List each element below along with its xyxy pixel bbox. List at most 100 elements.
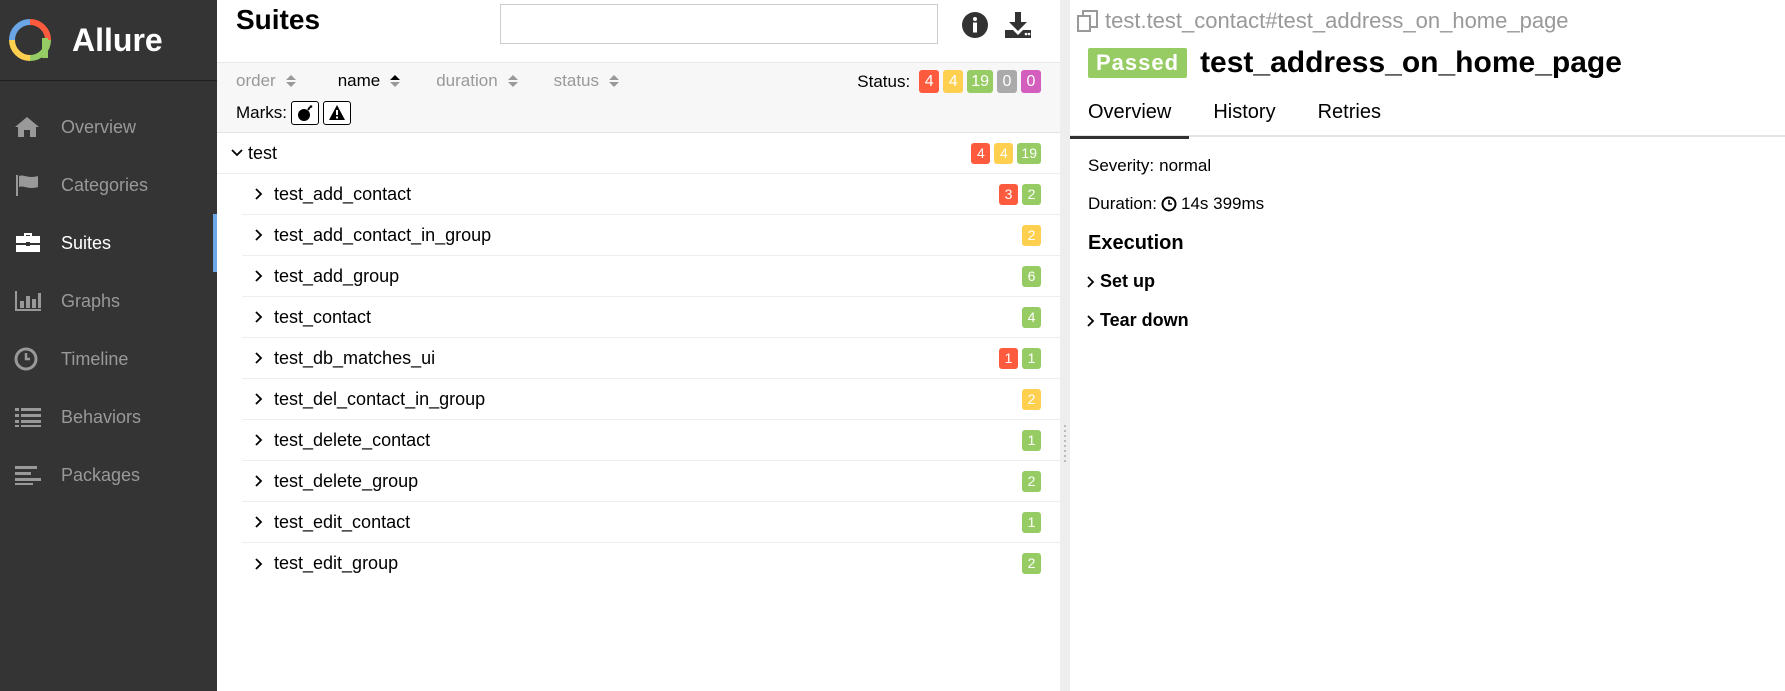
sort-by-name[interactable]: name bbox=[338, 71, 401, 91]
suite-row[interactable]: test_add_contact 3 2 bbox=[242, 174, 1060, 215]
suite-status-counts: 2 bbox=[1018, 224, 1041, 246]
brand[interactable]: Allure bbox=[0, 0, 217, 81]
sort-arrows-icon bbox=[390, 75, 401, 87]
tab-history[interactable]: History bbox=[1195, 94, 1293, 137]
suites-tree: test 4 4 19 test_add_contact 3 2 test_add_c… bbox=[217, 133, 1060, 584]
suite-row[interactable]: test_edit_group 2 bbox=[242, 543, 1060, 584]
execution-item-label: Set up bbox=[1100, 271, 1156, 291]
sort-by-order[interactable]: order bbox=[236, 71, 296, 91]
sidebar-item-behaviors[interactable]: Behaviors bbox=[0, 388, 217, 446]
status-filter-skipped[interactable]: 0 bbox=[997, 70, 1017, 93]
tab-overview[interactable]: Overview bbox=[1070, 94, 1190, 139]
duration-label: Duration: bbox=[1088, 194, 1157, 213]
info-icon[interactable] bbox=[960, 10, 990, 40]
execution-setup[interactable]: Set up bbox=[1086, 271, 1264, 292]
align-left-icon bbox=[14, 462, 46, 488]
copy-icon[interactable] bbox=[1075, 9, 1101, 33]
suites-pane: Suites order name duration status Status… bbox=[217, 0, 1060, 691]
flaky-mark-button[interactable] bbox=[291, 101, 319, 125]
sidebar-item-timeline[interactable]: Timeline bbox=[0, 330, 217, 388]
suite-status-counts: 2 bbox=[1018, 553, 1041, 574]
chevron-right-icon bbox=[254, 392, 268, 406]
testcase-title-row: Passed test_address_on_home_page bbox=[1088, 46, 1622, 80]
severity-value: normal bbox=[1159, 156, 1212, 175]
warning-icon bbox=[329, 105, 345, 120]
sort-arrows-icon bbox=[285, 75, 296, 87]
chevron-right-icon bbox=[254, 187, 268, 201]
execution-title: Execution bbox=[1088, 232, 1184, 254]
suite-status-counts: 32 bbox=[995, 183, 1041, 205]
chevron-right-icon bbox=[254, 557, 268, 571]
testcase-path: test.test_contact#test_address_on_home_p… bbox=[1075, 8, 1569, 34]
sort-by-status[interactable]: status bbox=[554, 71, 620, 91]
suite-row[interactable]: test_edit_contact 1 bbox=[242, 502, 1060, 543]
count-failed: 3 bbox=[999, 183, 1018, 205]
chevron-right-icon bbox=[254, 515, 268, 529]
splitter-grip-icon bbox=[1062, 425, 1068, 465]
suite-status-counts: 11 bbox=[995, 347, 1041, 369]
marks-filter: Marks: bbox=[236, 101, 351, 125]
sidebar-item-suites[interactable]: Suites bbox=[0, 214, 217, 272]
testcase-overview: Severity: normal Duration: 14s 399ms Exe… bbox=[1086, 156, 1264, 349]
duration-row: Duration: 14s 399ms bbox=[1088, 194, 1264, 214]
execution-item-label: Tear down bbox=[1100, 310, 1189, 330]
suite-row[interactable]: test_db_matches_ui 1 1 bbox=[242, 338, 1060, 379]
suite-row[interactable]: test_add_group 6 bbox=[242, 256, 1060, 297]
suite-status-counts: 4 bbox=[1018, 306, 1041, 328]
sidebar-item-categories[interactable]: Categories bbox=[0, 156, 217, 214]
sort-by-duration[interactable]: duration bbox=[436, 71, 518, 91]
count-passed: 1 bbox=[1022, 347, 1041, 369]
status-filter-passed[interactable]: 19 bbox=[967, 70, 993, 93]
suite-row[interactable]: test_add_contact_in_group 2 bbox=[242, 215, 1060, 256]
search-input[interactable] bbox=[500, 4, 938, 44]
tree-group-test[interactable]: test 4 4 19 bbox=[217, 133, 1060, 174]
status-filter-broken[interactable]: 4 bbox=[943, 70, 964, 93]
marks-label: Marks: bbox=[236, 103, 287, 122]
chevron-right-icon bbox=[1086, 275, 1100, 289]
chevron-right-icon bbox=[254, 433, 268, 447]
sidebar-item-packages[interactable]: Packages bbox=[0, 446, 217, 504]
suite-status-counts: 1 bbox=[1018, 511, 1041, 533]
tab-retries[interactable]: Retries bbox=[1300, 94, 1399, 137]
new-failed-mark-button[interactable] bbox=[323, 101, 351, 125]
suite-name: test_db_matches_ui bbox=[274, 347, 436, 368]
pane-splitter[interactable] bbox=[1060, 0, 1070, 691]
execution-teardown[interactable]: Tear down bbox=[1086, 310, 1264, 331]
suite-status-counts: 2 bbox=[1018, 388, 1041, 410]
sidebar-item-label: Packages bbox=[61, 464, 141, 485]
sort-label: name bbox=[337, 71, 381, 90]
bar-chart-icon bbox=[14, 288, 46, 314]
suite-row[interactable]: test_delete_contact 1 bbox=[242, 420, 1060, 461]
chevron-right-icon bbox=[254, 269, 268, 283]
count-passed: 1 bbox=[1022, 429, 1041, 451]
suite-name: test_add_contact bbox=[274, 183, 412, 204]
count-failed: 4 bbox=[971, 142, 991, 164]
sidebar-item-graphs[interactable]: Graphs bbox=[0, 272, 217, 330]
sidebar-item-label: Overview bbox=[61, 116, 137, 137]
status-filter-failed[interactable]: 4 bbox=[919, 70, 940, 93]
sort-label: order bbox=[236, 71, 276, 90]
sidebar-item-overview[interactable]: Overview bbox=[0, 98, 217, 156]
status-badge: Passed bbox=[1088, 48, 1188, 78]
brand-name: Allure bbox=[72, 21, 163, 58]
status-filter-label: Status: bbox=[857, 71, 911, 91]
count-broken: 2 bbox=[1022, 224, 1041, 246]
suite-row[interactable]: test_delete_group 2 bbox=[242, 461, 1060, 502]
suite-row[interactable]: test_del_contact_in_group 2 bbox=[242, 379, 1060, 420]
testcase-path-text: test.test_contact#test_address_on_home_p… bbox=[1105, 8, 1569, 33]
count-passed: 2 bbox=[1022, 183, 1041, 205]
sort-label: duration bbox=[436, 71, 498, 90]
allure-report-app: Allure Overview Categories Suites Graphs… bbox=[0, 0, 1785, 691]
clock-icon bbox=[14, 346, 46, 372]
sort-controls: order name duration status bbox=[236, 71, 649, 91]
suite-name: test_delete_contact bbox=[274, 429, 431, 450]
suite-row[interactable]: test_contact 4 bbox=[242, 297, 1060, 338]
sidebar-item-label: Timeline bbox=[61, 348, 129, 369]
status-filter-unknown[interactable]: 0 bbox=[1021, 70, 1041, 93]
suite-name: test_edit_group bbox=[274, 553, 399, 573]
download-icon[interactable] bbox=[1003, 10, 1033, 40]
severity-row: Severity: normal bbox=[1088, 156, 1264, 176]
suites-header: Suites bbox=[217, 0, 1060, 63]
chevron-right-icon bbox=[254, 351, 268, 365]
testcase-tabs: Overview History Retries bbox=[1070, 94, 1785, 139]
